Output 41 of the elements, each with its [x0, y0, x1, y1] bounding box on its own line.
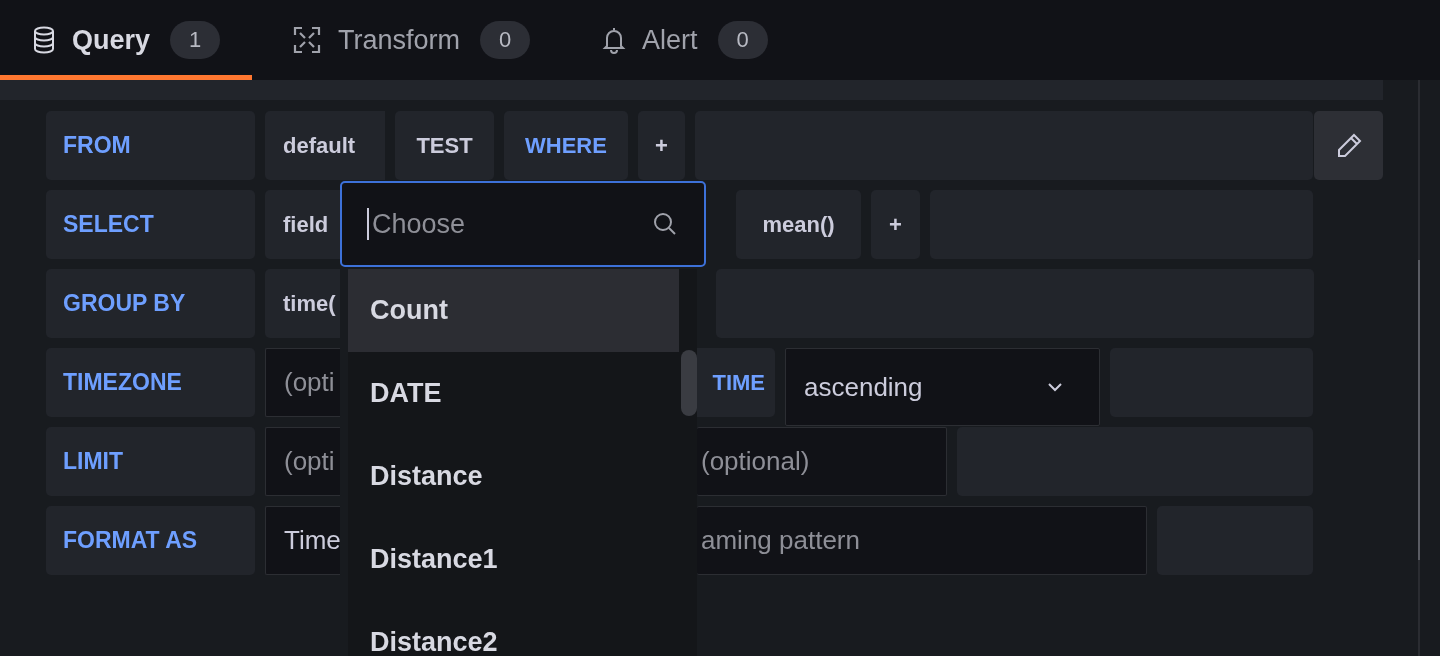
clause-label: FORMAT AS: [46, 506, 255, 575]
bell-icon: [602, 26, 627, 54]
chevron-down-icon: [1047, 382, 1063, 392]
transform-icon: [292, 25, 323, 55]
input-field[interactable]: (opti: [265, 348, 340, 417]
tab[interactable]: Transform 0: [252, 0, 563, 80]
count-badge: 0: [480, 21, 531, 59]
edit-button[interactable]: [1314, 111, 1383, 180]
dropdown-option[interactable]: Distance: [348, 435, 679, 518]
add-button[interactable]: +: [638, 111, 685, 180]
search-field[interactable]: Choose: [340, 181, 706, 267]
clause-label: TIMEZONE: [46, 348, 255, 417]
clause-label: SELECT: [46, 190, 255, 259]
query-part[interactable]: WHERE: [504, 111, 628, 180]
add-button[interactable]: +: [871, 190, 920, 259]
search-icon: [652, 211, 678, 237]
select-value: ascending: [804, 371, 923, 403]
dropdown-option[interactable]: Distance1: [348, 518, 679, 601]
count-badge: 1: [170, 21, 221, 59]
order-select[interactable]: ascending: [785, 348, 1100, 426]
input-field[interactable]: (opti: [265, 427, 340, 496]
query-part[interactable]: default: [265, 111, 385, 180]
query-part[interactable]: TEST: [395, 111, 494, 180]
query-part[interactable]: time(: [265, 269, 340, 338]
clause-label: FROM: [46, 111, 255, 180]
scrollbar-thumb[interactable]: [681, 350, 697, 416]
clause-label: LIMIT: [46, 427, 255, 496]
input-field[interactable]: (optional): [697, 427, 947, 496]
dropdown-option[interactable]: DATE: [348, 352, 679, 435]
text-cursor: [367, 208, 369, 240]
format-select[interactable]: Time: [265, 506, 340, 575]
dropdown-option[interactable]: Count: [348, 269, 679, 352]
input-field[interactable]: aming pattern: [697, 506, 1147, 575]
query-part[interactable]: field: [265, 190, 340, 259]
clause-label: GROUP BY: [46, 269, 255, 338]
query-part[interactable]: TIME: [697, 348, 775, 417]
tab[interactable]: Alert 0: [562, 0, 800, 80]
count-badge: 0: [717, 21, 768, 59]
query-part[interactable]: mean(): [736, 190, 861, 259]
dropdown-option[interactable]: Distance2: [348, 601, 679, 656]
database-icon: [32, 26, 56, 54]
